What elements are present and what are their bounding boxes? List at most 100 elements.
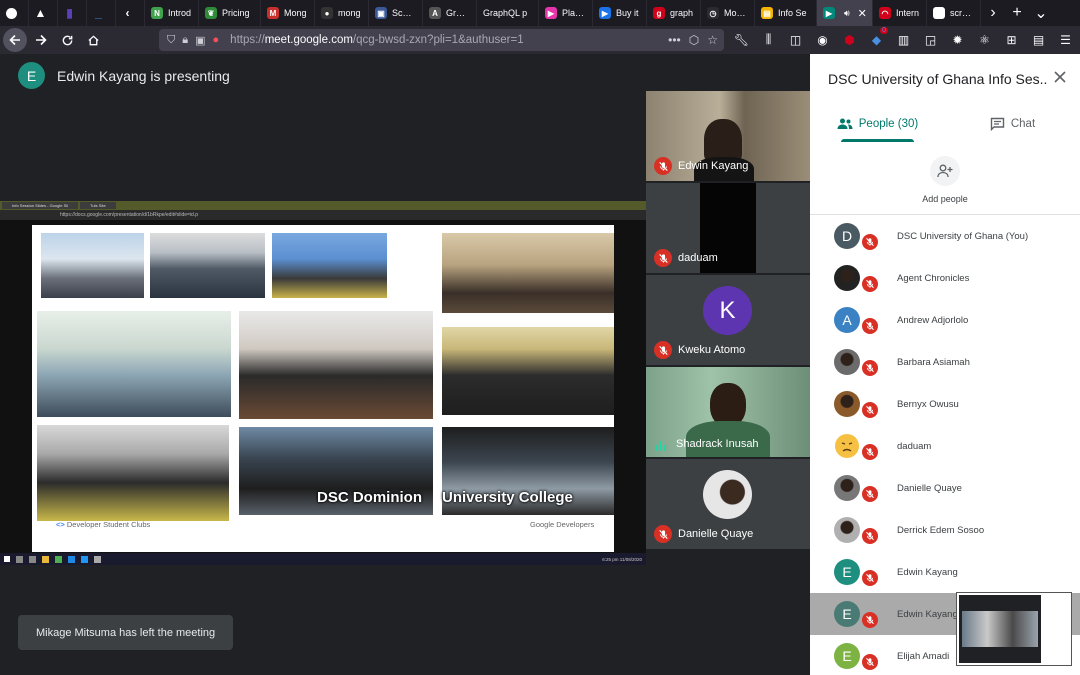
g-icon: g — [653, 7, 665, 19]
participant-tile[interactable]: K Kweku Atomo — [646, 275, 810, 365]
new-tab-icon[interactable]: + — [1005, 0, 1029, 26]
participant-name: daduam — [897, 440, 932, 452]
grid-icon[interactable]: ⊞ — [1003, 31, 1020, 48]
mic-off-icon — [866, 237, 874, 247]
participant-tile-label: Danielle Quaye — [654, 525, 753, 543]
browser-tab[interactable]: A Graph — [423, 0, 477, 26]
slide-photo — [37, 311, 231, 417]
bookmark-star-icon[interactable]: ☆ — [707, 33, 718, 47]
lock-icon[interactable]: 🔒︎ — [182, 34, 188, 47]
browser-tab[interactable]: Gscreen — [927, 0, 981, 26]
participant-tile-label: Edwin Kayang — [654, 157, 748, 175]
participant-photo — [703, 470, 752, 519]
participant-row[interactable]: E Edwin Kayang — [810, 551, 1080, 593]
participant-row[interactable]: Barbara Asiamah — [810, 341, 1080, 383]
browser-tab[interactable]: ▶ Buy it — [593, 0, 647, 26]
sidebar-icon[interactable]: ◫ — [787, 31, 804, 48]
browser-tab[interactable]: ▶ 🔊︎ ✕ — [817, 0, 873, 26]
wrench-icon[interactable]: 🔧︎ — [733, 31, 750, 48]
shared-screen[interactable]: Info Session Slides - Google Sli Tuts Si… — [0, 201, 646, 565]
self-preview-thumbnail[interactable] — [957, 593, 1071, 665]
reload-button[interactable] — [55, 28, 79, 52]
camera-permission-icon[interactable]: ▣ — [195, 34, 205, 47]
close-tab-icon[interactable]: ✕ — [858, 7, 867, 20]
mic-off-indicator — [654, 249, 672, 267]
mic-permission-icon[interactable]: ● — [213, 34, 220, 46]
browser-tab[interactable]: ◠ Intern — [873, 0, 927, 26]
chevron-right-icon[interactable]: › — [981, 0, 1005, 26]
browser-tab[interactable]: ▣ Schoo — [369, 0, 423, 26]
participant-tile[interactable]: Edwin Kayang — [646, 91, 810, 181]
browser-tab[interactable]: ▲ — [29, 0, 58, 26]
extension-badge-icon[interactable]: ◆ 0 — [868, 27, 888, 48]
forward-button[interactable] — [29, 28, 53, 52]
shared-browser-tabs: Info Session Slides - Google Sli Tuts Si… — [0, 201, 646, 210]
browser-tab[interactable] — [0, 0, 29, 26]
browser-tab[interactable]: ● mong — [315, 0, 369, 26]
chat-icon — [990, 117, 1005, 131]
home-button[interactable] — [81, 28, 105, 52]
library-icon[interactable]: ⫼ — [760, 31, 777, 48]
react-icon[interactable]: ⚛ — [976, 31, 993, 48]
tab-title: Introd — [168, 8, 192, 18]
back-button[interactable] — [3, 28, 27, 52]
ublock-icon[interactable]: ⬢ — [841, 31, 858, 48]
close-panel-button[interactable] — [1053, 68, 1067, 89]
participant-tile-label: Kweku Atomo — [654, 341, 745, 359]
participant-row[interactable]: Agent Chronicles — [810, 257, 1080, 299]
browser-tab[interactable]: ▤ Info Se — [755, 0, 817, 26]
dashboard-icon[interactable]: ▤ — [1030, 31, 1047, 48]
participant-row[interactable]: Bernyx Owusu — [810, 383, 1080, 425]
slide-photo — [37, 425, 229, 521]
mic-off-icon — [866, 573, 874, 583]
browser-tab[interactable]: ▮ — [58, 0, 87, 26]
url-bar[interactable]: ⛉ 🔒︎ ▣ ● https://meet.google.com/qcg-bws… — [159, 29, 724, 51]
browser-tab[interactable]: M Mong — [261, 0, 315, 26]
participant-row[interactable]: daduam — [810, 425, 1080, 467]
presenter-avatar: E — [18, 62, 45, 89]
slide-photo — [442, 233, 614, 313]
participant-avatar: A — [834, 307, 860, 333]
mic-off-indicator — [862, 276, 878, 292]
url-text[interactable]: https://meet.google.com/qcg-bwsd-zxn?pli… — [230, 34, 523, 46]
participant-row[interactable]: A Andrew Adjorlolo — [810, 299, 1080, 341]
participant-name: Edwin Kayang — [678, 160, 749, 172]
participant-name: Edwin Kayang — [897, 608, 958, 620]
participant-row[interactable]: Danielle Quaye — [810, 467, 1080, 509]
browser-tab[interactable]: ‹ — [116, 0, 145, 26]
participant-tile[interactable]: Shadrack Inusah — [646, 367, 810, 457]
tab-chat[interactable]: Chat — [945, 106, 1080, 142]
gear-icon[interactable]: ✹ — [949, 31, 966, 48]
browser-tab[interactable]: ▶ Playgr — [539, 0, 593, 26]
browser-tab[interactable]: ◷ Mome — [701, 0, 755, 26]
m-icon: M — [267, 7, 279, 19]
search-icon — [16, 555, 23, 563]
piano-icon[interactable]: ▥ — [895, 31, 912, 48]
browser-tab[interactable]: ❦ Pricing — [199, 0, 261, 26]
tab-title: graph — [670, 8, 694, 18]
shield-icon[interactable]: ⛉ — [167, 34, 175, 47]
tab-list-icon[interactable]: ⌄ — [1029, 0, 1053, 26]
add-people-button[interactable]: Add people — [810, 156, 1080, 204]
pocket-icon[interactable]: ⬡ — [689, 33, 699, 47]
mic-off-icon — [866, 489, 874, 499]
participant-avatar — [834, 517, 860, 543]
participant-tile[interactable]: daduam — [646, 183, 810, 273]
menu-icon[interactable]: ☰ — [1057, 31, 1074, 48]
browser-tab[interactable]: N Introd — [145, 0, 199, 26]
browser-tab[interactable]: GraphQL p — [477, 0, 539, 26]
tab-people[interactable]: People (30) — [810, 106, 945, 142]
participant-tile[interactable]: Danielle Quaye — [646, 459, 810, 549]
speaker-icon[interactable]: 🔊︎ — [844, 8, 850, 19]
participant-avatar: E — [834, 601, 860, 627]
screenshot-icon[interactable]: ◲ — [922, 31, 939, 48]
participant-name: Edwin Kayang — [897, 566, 958, 578]
browser-tab[interactable]: _ — [87, 0, 116, 26]
participant-name: Danielle Quaye — [897, 482, 962, 494]
account-icon[interactable]: ◉ — [814, 31, 831, 48]
participant-row[interactable]: Derrick Edem Sosoo — [810, 509, 1080, 551]
taskbar-clock: 6:25 pm 11/08/2020 — [602, 556, 642, 562]
browser-tab[interactable]: g graph — [647, 0, 701, 26]
participant-row[interactable]: D DSC University of Ghana (You) — [810, 215, 1080, 257]
more-actions-icon[interactable]: ••• — [668, 33, 681, 47]
